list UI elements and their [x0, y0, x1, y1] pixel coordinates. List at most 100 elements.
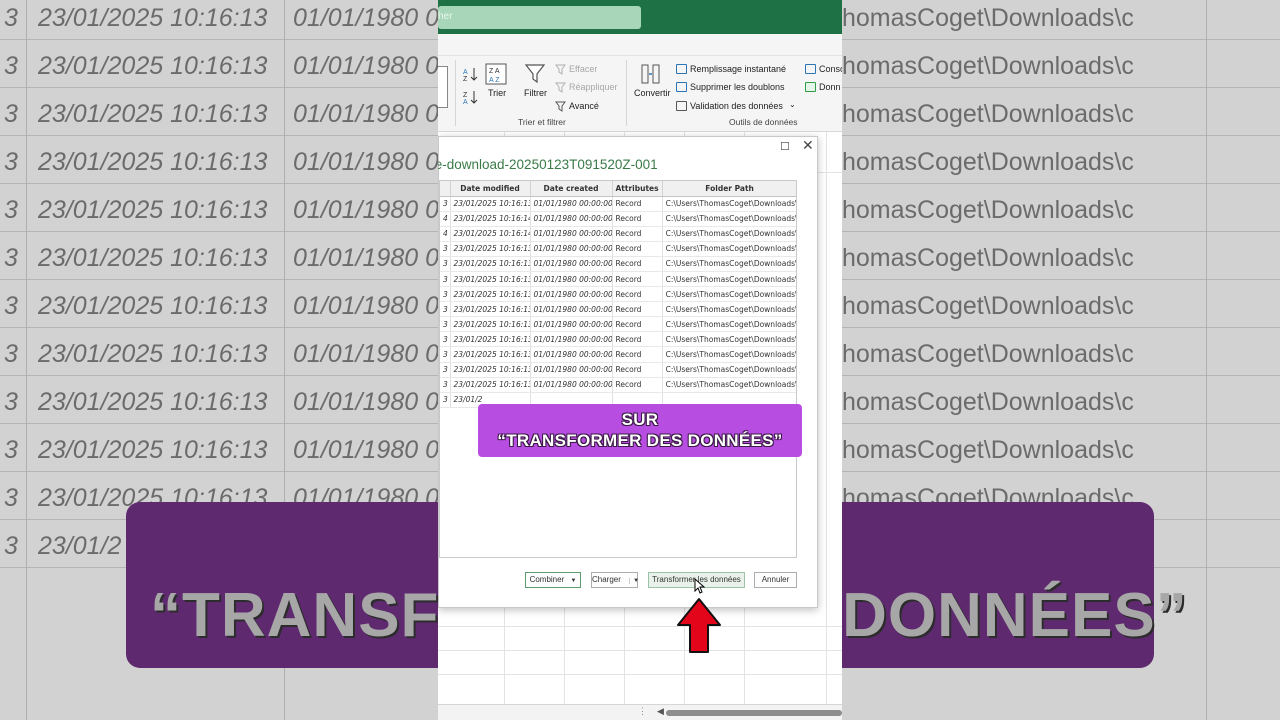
filtrer-button[interactable]: Filtrer — [524, 88, 547, 98]
validation-button[interactable]: Validation des données — [690, 101, 783, 111]
table-cell: 3 — [440, 196, 451, 212]
table-cell: 3 — [440, 286, 451, 303]
table-row: 3 23/01/2025 10:16:13 01/01/1980 00:00:00 R… — [440, 286, 796, 303]
title-bar: her — [438, 0, 842, 34]
donn-button[interactable]: Donn — [819, 82, 841, 92]
table-cell: C:\Users\ThomasCoget\Downloads\c — [662, 226, 796, 242]
convertir-button[interactable]: Convertir — [634, 88, 671, 98]
table-cell: 23/01/2025 10:16:13 — [450, 256, 531, 272]
sort-za-icon[interactable]: Z A — [463, 89, 479, 105]
status-bar: ⋮ ◀ — [438, 704, 842, 720]
table-cell: 23/01/2025 10:16:14 — [450, 226, 531, 242]
data-model-icon — [805, 82, 816, 92]
table-cell: 3 — [440, 241, 451, 257]
svg-text:A: A — [463, 99, 468, 105]
table-cell: Record — [612, 316, 663, 333]
filter-icon[interactable] — [524, 63, 546, 85]
table-cell: 23/01/2025 10:16:13 — [450, 346, 531, 363]
remove-duplicates-icon — [676, 82, 687, 92]
table-cell: 23/01/2025 10:16:13 — [450, 241, 531, 257]
column-header[interactable]: Folder Path — [662, 181, 796, 197]
table-cell: 01/01/1980 00:00:00 — [530, 286, 613, 303]
ribbon-separator — [455, 60, 456, 126]
table-body: 3 23/01/2025 10:16:13 01/01/1980 00:00:00 R… — [440, 196, 796, 408]
table-cell: 3 — [440, 256, 451, 272]
table-cell: 3 — [440, 301, 451, 318]
table-cell: 01/01/1980 00:00:00 — [530, 256, 613, 272]
group-label-trier-filtrer: Trier et filtrer — [518, 117, 566, 127]
table-row: 3 23/01/2025 10:16:13 01/01/1980 00:00:00 R… — [440, 331, 796, 348]
table-row: 3 23/01/2025 10:16:13 01/01/1980 00:00:00 R… — [440, 362, 796, 378]
ribbon-tabs — [438, 34, 842, 56]
table-cell: Record — [612, 301, 663, 318]
table-cell: C:\Users\ThomasCoget\Downloads\c — [662, 271, 796, 288]
avance-label: Avancé — [569, 101, 599, 111]
table-cell: 3 — [440, 316, 451, 333]
table-row: 3 23/01/2025 10:16:13 01/01/1980 00:00:00 R… — [440, 316, 796, 333]
effacer-label: Effacer — [569, 64, 598, 74]
dialog-title: ive-download-20250123T091520Z-001 — [438, 157, 658, 172]
table-cell: 3 — [440, 362, 451, 378]
search-box[interactable]: her — [438, 6, 641, 29]
text-to-columns-icon[interactable] — [640, 63, 662, 87]
dropdown-edge[interactable] — [438, 66, 448, 108]
table-cell: 3 — [440, 331, 451, 348]
svg-text:Z: Z — [463, 92, 468, 99]
table-cell: 4 — [440, 226, 451, 242]
table-cell: 3 — [440, 346, 451, 363]
table-cell: Record — [612, 226, 663, 242]
remplissage-button[interactable]: Remplissage instantané — [690, 64, 786, 74]
annuler-button[interactable]: Annuler — [754, 572, 797, 588]
table-cell: 01/01/1980 00:00:00 — [530, 241, 613, 257]
sheet-scrollbar-thumb[interactable] — [666, 710, 842, 716]
consolidate-icon — [805, 64, 816, 74]
svg-text:A: A — [463, 69, 468, 76]
table-cell: 01/01/1980 00:00:00 — [530, 346, 613, 363]
charger-button[interactable]: Charger ▼ — [591, 572, 640, 588]
table-cell: 01/01/1980 00:00:00 — [530, 377, 613, 393]
table-cell: C:\Users\ThomasCoget\Downloads\c — [662, 331, 796, 348]
table-cell: 23/01/2025 10:16:13 — [450, 362, 531, 378]
caret-down-icon: ▼ — [629, 578, 640, 584]
mouse-cursor-icon — [694, 578, 706, 594]
close-icon[interactable]: ✕ — [802, 137, 814, 154]
reapply-icon — [555, 82, 566, 93]
table-row: 4 23/01/2025 10:16:14 01/01/1980 00:00:00 R… — [440, 211, 796, 227]
callout-banner: SUR “TRANSFORMER DES DONNÉES” — [478, 404, 802, 457]
supprimer-doublons-button[interactable]: Supprimer les doublons — [690, 82, 785, 92]
trier-button[interactable]: Trier — [488, 88, 506, 98]
scroll-left-icon[interactable]: ◀ — [657, 706, 664, 717]
column-header[interactable]: Date modified — [450, 181, 531, 197]
table-cell: Record — [612, 362, 663, 378]
table-cell: Record — [612, 346, 663, 363]
table-cell: C:\Users\ThomasCoget\Downloads\c — [662, 346, 796, 363]
chevron-down-icon[interactable]: ⌄ — [789, 100, 796, 109]
table-row: 3 23/01/2025 10:16:13 01/01/1980 00:00:00 R… — [440, 377, 796, 393]
conso-button[interactable]: Conso — [819, 64, 842, 74]
table-row: 3 23/01/2025 10:16:13 01/01/1980 00:00:00 R… — [440, 346, 796, 363]
table-cell: 01/01/1980 00:00:00 — [530, 196, 613, 212]
grid-line — [438, 626, 842, 627]
table-cell: 3 — [440, 377, 451, 393]
table-cell: 3 — [440, 392, 451, 408]
column-header[interactable]: Date created — [530, 181, 613, 197]
table-row: 3 23/01/2025 10:16:13 01/01/1980 00:00:00 R… — [440, 241, 796, 257]
combiner-button[interactable]: Combiner ▼ — [525, 572, 581, 588]
table-cell: 01/01/1980 00:00:00 — [530, 271, 613, 288]
grid-line — [438, 674, 842, 675]
table-header-row: Date modified Date created Attributes Folde… — [440, 181, 796, 197]
callout-line1: SUR — [621, 410, 659, 429]
clear-filter-icon — [555, 64, 566, 75]
column-header[interactable] — [440, 181, 451, 197]
table-cell: 01/01/1980 00:00:00 — [530, 211, 613, 227]
maximize-icon[interactable]: ☐ — [780, 140, 790, 153]
callout-line2: “TRANSFORMER DES DONNÉES” — [497, 431, 783, 450]
combiner-label: Combiner — [529, 575, 565, 584]
column-header[interactable]: Attributes — [612, 181, 663, 197]
sort-dialog-icon[interactable]: Z A A Z — [485, 63, 507, 85]
more-icon[interactable]: ⋮ — [638, 706, 647, 717]
ribbon-separator — [626, 60, 627, 126]
table-cell: Record — [612, 271, 663, 288]
sort-az-icon[interactable]: A Z — [463, 66, 479, 82]
reappliquer-label: Réappliquer — [569, 82, 618, 92]
